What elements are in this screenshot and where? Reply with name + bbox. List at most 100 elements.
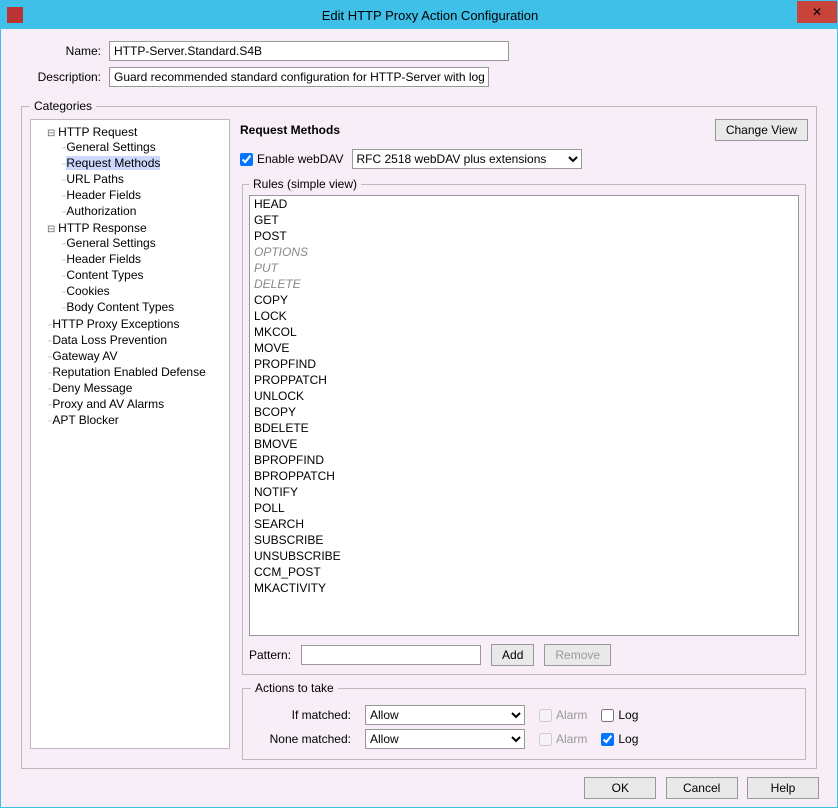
help-button[interactable]: Help <box>747 777 819 799</box>
alarm-label: Alarm <box>556 732 587 746</box>
title-bar: Edit HTTP Proxy Action Configuration ✕ <box>1 1 837 29</box>
if-matched-alarm-input <box>539 709 552 722</box>
name-input[interactable] <box>109 41 509 61</box>
rule-item[interactable]: UNSUBSCRIBE <box>250 548 798 564</box>
rule-item[interactable]: MKACTIVITY <box>250 580 798 596</box>
none-matched-log[interactable]: Log <box>601 732 638 746</box>
rules-legend: Rules (simple view) <box>249 177 361 191</box>
none-matched-alarm-input <box>539 733 552 746</box>
rule-item[interactable]: PUT <box>250 260 798 276</box>
content-area: Name: Description: Categories HTTP Reque… <box>1 29 837 807</box>
alarm-label: Alarm <box>556 708 587 722</box>
window-title: Edit HTTP Proxy Action Configuration <box>23 8 837 23</box>
rule-item[interactable]: PROPPATCH <box>250 372 798 388</box>
close-button[interactable]: ✕ <box>797 1 837 23</box>
if-matched-alarm[interactable]: Alarm <box>539 708 587 722</box>
rule-item[interactable]: BCOPY <box>250 404 798 420</box>
tree-res-body[interactable]: Body Content Types <box>61 299 227 315</box>
tree-req-auth[interactable]: Authorization <box>61 203 227 219</box>
remove-button[interactable]: Remove <box>544 644 611 666</box>
name-row: Name: <box>19 41 819 61</box>
none-matched-select[interactable]: Allow <box>365 729 525 749</box>
rule-item[interactable]: BMOVE <box>250 436 798 452</box>
actions-fieldset: Actions to take If matched: Allow Alarm … <box>242 681 806 760</box>
rule-item[interactable]: SUBSCRIBE <box>250 532 798 548</box>
none-matched-label: None matched: <box>251 732 351 746</box>
rule-item[interactable]: GET <box>250 212 798 228</box>
none-matched-alarm[interactable]: Alarm <box>539 732 587 746</box>
rule-item[interactable]: POST <box>250 228 798 244</box>
if-matched-log-input[interactable] <box>601 709 614 722</box>
none-matched-log-input[interactable] <box>601 733 614 746</box>
add-button[interactable]: Add <box>491 644 534 666</box>
log-label: Log <box>618 708 638 722</box>
rule-item[interactable]: NOTIFY <box>250 484 798 500</box>
tree-dlp[interactable]: Data Loss Prevention <box>47 332 227 348</box>
tree-http-response[interactable]: HTTP Response General Settings Header Fi… <box>47 220 227 316</box>
description-label: Description: <box>19 70 109 84</box>
categories-legend: Categories <box>30 99 96 113</box>
categories-fieldset: Categories HTTP Request General Settings… <box>21 99 817 769</box>
dialog-window: Edit HTTP Proxy Action Configuration ✕ N… <box>0 0 838 808</box>
right-pane: Request Methods Change View Enable webDA… <box>230 119 808 760</box>
tree-res-general[interactable]: General Settings <box>61 235 227 251</box>
rule-item[interactable]: HEAD <box>250 196 798 212</box>
tree-req-headers[interactable]: Header Fields <box>61 187 227 203</box>
rules-fieldset: Rules (simple view) HEADGETPOSTOPTIONSPU… <box>242 177 806 675</box>
tree-res-content[interactable]: Content Types <box>61 267 227 283</box>
if-matched-log[interactable]: Log <box>601 708 638 722</box>
rule-item[interactable]: UNLOCK <box>250 388 798 404</box>
tree-apt[interactable]: APT Blocker <box>47 412 227 428</box>
close-icon: ✕ <box>812 5 822 19</box>
rule-item[interactable]: PROPFIND <box>250 356 798 372</box>
categories-tree[interactable]: HTTP Request General Settings Request Me… <box>30 119 230 749</box>
rule-item[interactable]: MKCOL <box>250 324 798 340</box>
name-label: Name: <box>19 44 109 58</box>
rules-listbox[interactable]: HEADGETPOSTOPTIONSPUTDELETECOPYLOCKMKCOL… <box>249 195 799 636</box>
description-input[interactable] <box>109 67 489 87</box>
tree-req-methods[interactable]: Request Methods <box>61 155 227 171</box>
description-row: Description: <box>19 67 819 87</box>
rule-item[interactable]: BDELETE <box>250 420 798 436</box>
tree-res-headers[interactable]: Header Fields <box>61 251 227 267</box>
change-view-button[interactable]: Change View <box>715 119 808 141</box>
enable-webdav-checkbox[interactable]: Enable webDAV <box>240 152 344 166</box>
cancel-button[interactable]: Cancel <box>666 777 738 799</box>
rule-item[interactable]: COPY <box>250 292 798 308</box>
enable-webdav-input[interactable] <box>240 153 253 166</box>
rule-item[interactable]: CCM_POST <box>250 564 798 580</box>
rule-item[interactable]: SEARCH <box>250 516 798 532</box>
rule-item[interactable]: OPTIONS <box>250 244 798 260</box>
if-matched-row: If matched: Allow Alarm Log <box>251 705 797 725</box>
pattern-input[interactable] <box>301 645 481 665</box>
pane-title: Request Methods <box>240 123 340 137</box>
tree-deny[interactable]: Deny Message <box>47 380 227 396</box>
tree-gatewayav[interactable]: Gateway AV <box>47 348 227 364</box>
log-label: Log <box>618 732 638 746</box>
tree-http-request[interactable]: HTTP Request General Settings Request Me… <box>47 124 227 220</box>
enable-webdav-label: Enable webDAV <box>257 152 344 166</box>
actions-legend: Actions to take <box>251 681 338 695</box>
pane-header: Request Methods Change View <box>240 119 808 141</box>
tree-req-general[interactable]: General Settings <box>61 139 227 155</box>
rule-item[interactable]: DELETE <box>250 276 798 292</box>
tree-alarms[interactable]: Proxy and AV Alarms <box>47 396 227 412</box>
rule-item[interactable]: LOCK <box>250 308 798 324</box>
rule-item[interactable]: POLL <box>250 500 798 516</box>
rule-item[interactable]: BPROPFIND <box>250 452 798 468</box>
rule-item[interactable]: BPROPPATCH <box>250 468 798 484</box>
ok-button[interactable]: OK <box>584 777 656 799</box>
webdav-mode-select[interactable]: RFC 2518 webDAV plus extensions <box>352 149 582 169</box>
tree-red[interactable]: Reputation Enabled Defense <box>47 364 227 380</box>
if-matched-select[interactable]: Allow <box>365 705 525 725</box>
tree-req-urlpaths[interactable]: URL Paths <box>61 171 227 187</box>
none-matched-row: None matched: Allow Alarm Log <box>251 729 797 749</box>
rule-item[interactable]: MOVE <box>250 340 798 356</box>
webdav-row: Enable webDAV RFC 2518 webDAV plus exten… <box>240 149 808 169</box>
pattern-label: Pattern: <box>249 648 291 662</box>
pattern-row: Pattern: Add Remove <box>249 644 799 666</box>
dialog-button-row: OK Cancel Help <box>19 769 819 799</box>
if-matched-label: If matched: <box>251 708 351 722</box>
tree-res-cookies[interactable]: Cookies <box>61 283 227 299</box>
tree-proxy-exceptions[interactable]: HTTP Proxy Exceptions <box>47 316 227 332</box>
